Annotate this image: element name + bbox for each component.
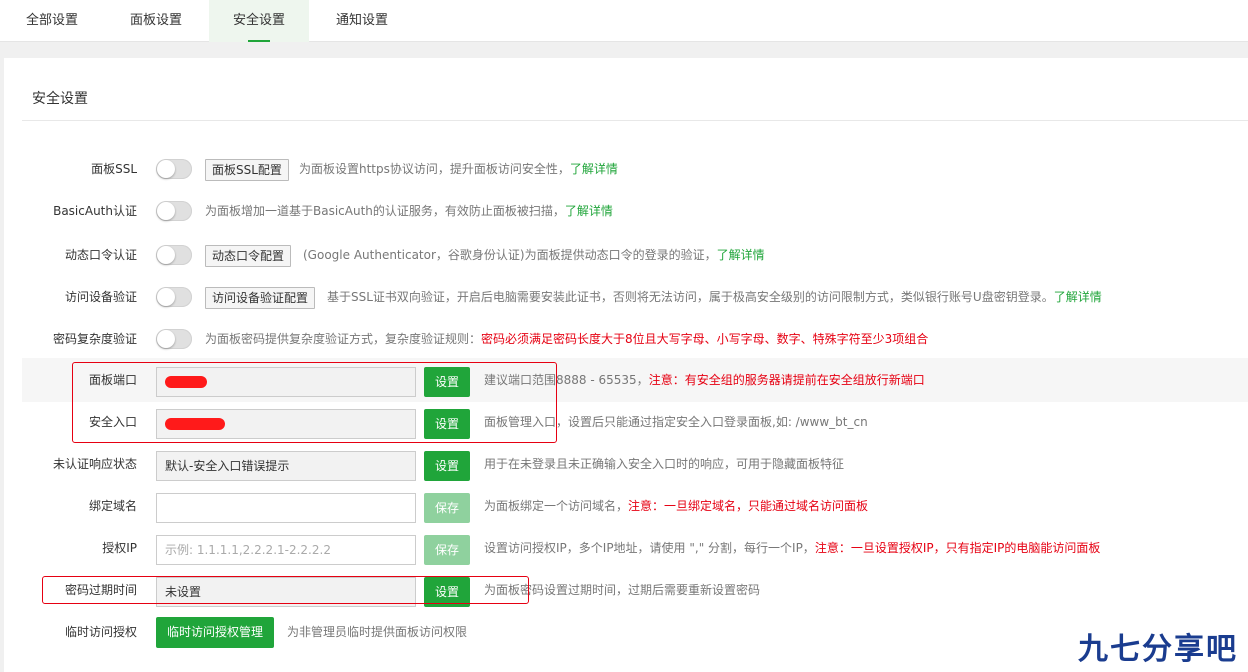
row-panel-ssl: 面板SSL 面板SSL配置 为面板设置https协议访问，提升面板访问安全性，了…	[0, 149, 1248, 189]
ssl-desc-text: 为面板设置https协议访问，提升面板访问安全性，	[299, 162, 570, 176]
basicauth-desc: 为面板增加一道基于BasicAuth的认证服务，有效防止面板被扫描，了解详情	[205, 191, 613, 231]
domain-desc: 为面板绑定一个访问域名，注意：一旦绑定域名，只能通过域名访问面板	[484, 486, 868, 526]
totp-label: 动态口令认证	[64, 248, 137, 262]
device-label: 访问设备验证	[64, 290, 137, 304]
tab-panel-settings[interactable]: 面板设置	[118, 0, 194, 42]
tab-notify-settings[interactable]: 通知设置	[324, 0, 400, 42]
unauth-desc: 用于在未登录且未正确输入安全入口时的响应，可用于隐藏面板特征	[484, 457, 845, 471]
domain-save-button[interactable]: 保存	[424, 493, 470, 523]
toggle-knob	[157, 288, 175, 306]
basicauth-toggle[interactable]	[156, 201, 192, 221]
panel-title: 安全设置	[32, 91, 88, 107]
domain-label: 绑定域名	[88, 499, 137, 513]
domain-input[interactable]	[156, 493, 416, 523]
ssl-toggle[interactable]	[156, 159, 192, 179]
port-desc-text: 建议端口范围8888 - 65535，	[484, 373, 649, 387]
entry-input[interactable]	[156, 409, 416, 439]
port-label: 面板端口	[88, 373, 137, 387]
totp-toggle[interactable]	[156, 245, 192, 265]
toggle-knob	[157, 160, 175, 178]
row-temp-access: 临时访问授权 临时访问授权管理 为非管理员临时提供面板访问权限	[0, 612, 1248, 652]
device-learn-more-link[interactable]: 了解详情	[1054, 290, 1102, 304]
entry-set-button[interactable]: 设置	[424, 409, 470, 439]
ssl-label: 面板SSL	[91, 162, 137, 176]
tab-all-settings[interactable]: 全部设置	[14, 0, 90, 42]
complexity-desc: 为面板密码提供复杂度验证方式，复杂度验证规则：密码必须满足密码长度大于8位且大写…	[205, 319, 928, 359]
ip-desc-text: 设置访问授权IP，多个IP地址，请使用 "," 分割，每行一个IP，	[484, 541, 815, 555]
complexity-toggle[interactable]	[156, 329, 192, 349]
row-unauth-response: 未认证响应状态 默认-安全入口错误提示 设置 用于在未登录且未正确输入安全入口时…	[0, 444, 1248, 484]
row-bind-domain: 绑定域名 保存 为面板绑定一个访问域名，注意：一旦绑定域名，只能通过域名访问面板	[0, 486, 1248, 526]
row-password-complexity: 密码复杂度验证 为面板密码提供复杂度验证方式，复杂度验证规则：密码必须满足密码长…	[0, 319, 1248, 359]
row-basicauth: BasicAuth认证 为面板增加一道基于BasicAuth的认证服务，有效防止…	[0, 191, 1248, 231]
complexity-desc-text: 为面板密码提供复杂度验证方式，复杂度验证规则：	[205, 332, 482, 346]
toggle-knob	[157, 330, 175, 348]
redacted-value	[165, 417, 225, 430]
complexity-label: 密码复杂度验证	[52, 332, 137, 346]
unauth-select[interactable]: 默认-安全入口错误提示	[156, 451, 416, 481]
toggle-knob	[157, 246, 175, 264]
row-panel-port-content: 面板端口 设置 建议端口范围8888 - 65535，注意：有安全组的服务器请提…	[0, 360, 1248, 400]
expire-set-button[interactable]: 设置	[424, 577, 470, 607]
row-security-entry: 安全入口 设置 面板管理入口，设置后只能通过指定安全入口登录面板,如: /www…	[0, 402, 1248, 442]
expire-input[interactable]: 未设置	[156, 577, 416, 607]
domain-desc-text: 为面板绑定一个访问域名，	[484, 499, 629, 513]
temp-label: 临时访问授权	[64, 625, 137, 639]
totp-desc-text: (Google Authenticator，谷歌身份认证)为面板提供动态口令的登…	[303, 248, 717, 262]
complexity-rule-warning: 密码必须满足密码长度大于8位且大写字母、小写字母、数字、特殊字符至少3项组合	[481, 332, 929, 346]
row-password-expire: 密码过期时间 未设置 设置 为面板密码设置过期时间，过期后需要重新设置密码	[0, 570, 1248, 610]
toggle-knob	[157, 202, 175, 220]
port-set-button[interactable]: 设置	[424, 367, 470, 397]
ip-label: 授权IP	[102, 541, 137, 555]
ip-input[interactable]: 示例: 1.1.1.1,2.2.2.1-2.2.2.2	[156, 535, 416, 565]
entry-label: 安全入口	[88, 415, 137, 429]
row-authorized-ip: 授权IP 示例: 1.1.1.1,2.2.2.1-2.2.2.2 保存 设置访问…	[0, 528, 1248, 568]
basicauth-desc-text: 为面板增加一道基于BasicAuth的认证服务，有效防止面板被扫描，	[205, 204, 565, 218]
ssl-desc: 为面板设置https协议访问，提升面板访问安全性，了解详情	[299, 149, 618, 189]
settings-tabbar: 全部设置 面板设置 安全设置 通知设置	[0, 0, 1248, 42]
row-totp: 动态口令认证 动态口令配置 (Google Authenticator，谷歌身份…	[0, 235, 1248, 275]
row-device-verify: 访问设备验证 访问设备验证配置 基于SSL证书双向验证，开启后电脑需要安装此证书…	[0, 277, 1248, 317]
expire-desc: 为面板密码设置过期时间，过期后需要重新设置密码	[484, 583, 761, 597]
temp-desc: 为非管理员临时提供面板访问权限	[287, 625, 468, 639]
totp-desc: (Google Authenticator，谷歌身份认证)为面板提供动态口令的登…	[303, 235, 765, 275]
ip-desc: 设置访问授权IP，多个IP地址，请使用 "," 分割，每行一个IP，注意：一旦设…	[484, 528, 1100, 568]
device-config-button[interactable]: 访问设备验证配置	[205, 287, 316, 309]
ip-placeholder: 示例: 1.1.1.1,2.2.2.1-2.2.2.2	[165, 543, 331, 557]
watermark-logo: 九七分享吧	[1078, 632, 1238, 667]
device-desc: 基于SSL证书双向验证，开启后电脑需要安装此证书，否则将无法访问，属于极高安全级…	[327, 277, 1102, 317]
unauth-set-button[interactable]: 设置	[424, 451, 470, 481]
unauth-label: 未认证响应状态	[52, 457, 137, 471]
expire-label: 密码过期时间	[64, 583, 137, 597]
totp-config-button[interactable]: 动态口令配置	[205, 245, 292, 267]
ip-warning: 注意：一旦设置授权IP，只有指定IP的电脑能访问面板	[814, 541, 1101, 555]
basicauth-label: BasicAuth认证	[53, 204, 137, 218]
port-input[interactable]	[156, 367, 416, 397]
ip-save-button[interactable]: 保存	[424, 535, 470, 565]
domain-warning: 注意：一旦绑定域名，只能通过域名访问面板	[628, 499, 869, 513]
title-divider	[22, 120, 1248, 121]
totp-learn-more-link[interactable]: 了解详情	[717, 248, 765, 262]
port-warning: 注意：有安全组的服务器请提前在安全组放行新端口	[648, 373, 925, 387]
entry-desc: 面板管理入口，设置后只能通过指定安全入口登录面板,如: /www_bt_cn	[484, 415, 868, 429]
redacted-value	[165, 375, 207, 388]
tab-security-settings[interactable]: 安全设置	[209, 0, 309, 42]
ssl-config-button[interactable]: 面板SSL配置	[205, 159, 289, 181]
device-desc-text: 基于SSL证书双向验证，开启后电脑需要安装此证书，否则将无法访问，属于极高安全级…	[327, 290, 1054, 304]
port-desc: 建议端口范围8888 - 65535，注意：有安全组的服务器请提前在安全组放行新…	[484, 360, 925, 400]
ssl-learn-more-link[interactable]: 了解详情	[570, 162, 618, 176]
temp-access-manage-button[interactable]: 临时访问授权管理	[156, 617, 275, 648]
device-toggle[interactable]	[156, 287, 192, 307]
basicauth-learn-more-link[interactable]: 了解详情	[565, 204, 613, 218]
